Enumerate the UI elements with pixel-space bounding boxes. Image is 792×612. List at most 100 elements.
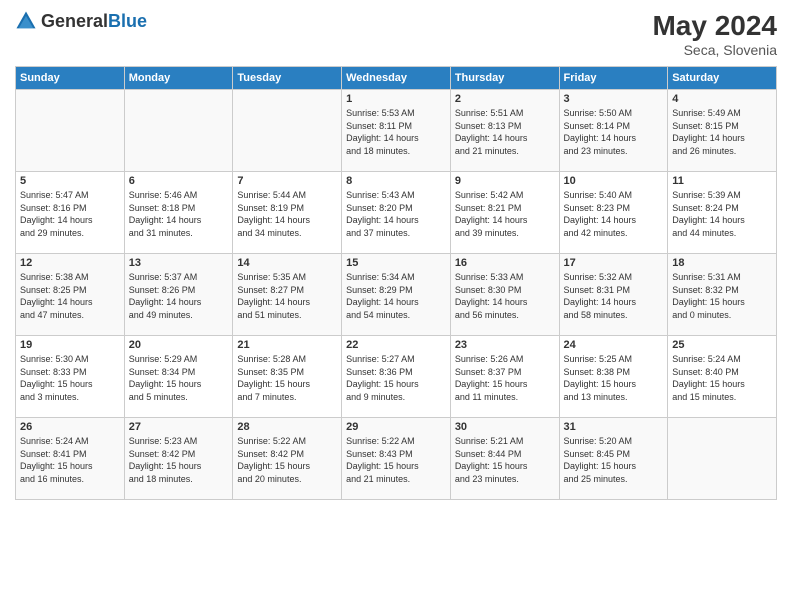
day-info: Sunrise: 5:26 AMSunset: 8:37 PMDaylight:… <box>455 353 555 403</box>
month-year: May 2024 <box>652 10 777 42</box>
page-header: GeneralBlue May 2024 Seca, Slovenia <box>15 10 777 58</box>
header-row: Sunday Monday Tuesday Wednesday Thursday… <box>16 67 777 90</box>
day-number: 31 <box>564 421 664 433</box>
calendar-week-4: 19 Sunrise: 5:30 AMSunset: 8:33 PMDayligh… <box>16 336 777 418</box>
day-info: Sunrise: 5:53 AMSunset: 8:11 PMDaylight:… <box>346 107 446 157</box>
calendar-table: Sunday Monday Tuesday Wednesday Thursday… <box>15 66 777 500</box>
day-number: 25 <box>672 339 772 351</box>
calendar-cell: 1 Sunrise: 5:53 AMSunset: 8:11 PMDaylight… <box>342 90 451 172</box>
calendar-header: Sunday Monday Tuesday Wednesday Thursday… <box>16 67 777 90</box>
day-info: Sunrise: 5:46 AMSunset: 8:18 PMDaylight:… <box>129 189 229 239</box>
calendar-cell: 10 Sunrise: 5:40 AMSunset: 8:23 PMDayligh… <box>559 172 668 254</box>
day-number: 8 <box>346 175 446 187</box>
day-info: Sunrise: 5:38 AMSunset: 8:25 PMDaylight:… <box>20 271 120 321</box>
day-number: 16 <box>455 257 555 269</box>
day-number: 4 <box>672 93 772 105</box>
day-number: 24 <box>564 339 664 351</box>
day-info: Sunrise: 5:25 AMSunset: 8:38 PMDaylight:… <box>564 353 664 403</box>
day-info: Sunrise: 5:21 AMSunset: 8:44 PMDaylight:… <box>455 435 555 485</box>
calendar-cell: 27Sunrise: 5:23 AMSunset: 8:42 PMDayligh… <box>124 418 233 500</box>
day-info: Sunrise: 5:23 AMSunset: 8:42 PMDaylight:… <box>129 435 229 485</box>
day-info: Sunrise: 5:32 AMSunset: 8:31 PMDaylight:… <box>564 271 664 321</box>
calendar-cell: 25 Sunrise: 5:24 AMSunset: 8:40 PMDayligh… <box>668 336 777 418</box>
day-number: 9 <box>455 175 555 187</box>
day-number: 10 <box>564 175 664 187</box>
day-info: Sunrise: 5:35 AMSunset: 8:27 PMDaylight:… <box>237 271 337 321</box>
location: Seca, Slovenia <box>652 42 777 58</box>
day-number: 19 <box>20 339 120 351</box>
day-info: Sunrise: 5:40 AMSunset: 8:23 PMDaylight:… <box>564 189 664 239</box>
calendar-cell: 31 Sunrise: 5:20 AMSunset: 8:45 PMDayligh… <box>559 418 668 500</box>
title-block: May 2024 Seca, Slovenia <box>652 10 777 58</box>
day-info: Sunrise: 5:29 AMSunset: 8:34 PMDaylight:… <box>129 353 229 403</box>
day-info: Sunrise: 5:34 AMSunset: 8:29 PMDaylight:… <box>346 271 446 321</box>
logo-text-general: General <box>41 11 108 31</box>
logo: GeneralBlue <box>15 10 147 32</box>
day-number: 1 <box>346 93 446 105</box>
calendar-cell: 15 Sunrise: 5:34 AMSunset: 8:29 PMDayligh… <box>342 254 451 336</box>
day-number: 5 <box>20 175 120 187</box>
day-info: Sunrise: 5:30 AMSunset: 8:33 PMDaylight:… <box>20 353 120 403</box>
calendar-week-1: 1 Sunrise: 5:53 AMSunset: 8:11 PMDaylight… <box>16 90 777 172</box>
calendar-cell: 14 Sunrise: 5:35 AMSunset: 8:27 PMDayligh… <box>233 254 342 336</box>
calendar-cell: 23 Sunrise: 5:26 AMSunset: 8:37 PMDayligh… <box>450 336 559 418</box>
calendar-cell: 20 Sunrise: 5:29 AMSunset: 8:34 PMDayligh… <box>124 336 233 418</box>
day-number: 21 <box>237 339 337 351</box>
calendar-page: GeneralBlue May 2024 Seca, Slovenia Sund… <box>0 0 792 612</box>
day-info: Sunrise: 5:22 AMSunset: 8:42 PMDaylight:… <box>237 435 337 485</box>
calendar-cell: 17 Sunrise: 5:32 AMSunset: 8:31 PMDayligh… <box>559 254 668 336</box>
calendar-cell: 16 Sunrise: 5:33 AMSunset: 8:30 PMDayligh… <box>450 254 559 336</box>
day-number: 6 <box>129 175 229 187</box>
calendar-cell: 24 Sunrise: 5:25 AMSunset: 8:38 PMDayligh… <box>559 336 668 418</box>
calendar-cell: 2 Sunrise: 5:51 AMSunset: 8:13 PMDaylight… <box>450 90 559 172</box>
day-info: Sunrise: 5:20 AMSunset: 8:45 PMDaylight:… <box>564 435 664 485</box>
col-saturday: Saturday <box>668 67 777 90</box>
logo-icon <box>15 10 37 32</box>
calendar-cell: 19 Sunrise: 5:30 AMSunset: 8:33 PMDayligh… <box>16 336 125 418</box>
day-number: 18 <box>672 257 772 269</box>
calendar-cell: 3Sunrise: 5:50 AMSunset: 8:14 PMDaylight… <box>559 90 668 172</box>
calendar-cell <box>668 418 777 500</box>
day-number: 13 <box>129 257 229 269</box>
day-number: 26 <box>20 421 120 433</box>
col-wednesday: Wednesday <box>342 67 451 90</box>
calendar-cell: 7Sunrise: 5:44 AMSunset: 8:19 PMDaylight… <box>233 172 342 254</box>
calendar-cell <box>233 90 342 172</box>
day-number: 22 <box>346 339 446 351</box>
day-info: Sunrise: 5:51 AMSunset: 8:13 PMDaylight:… <box>455 107 555 157</box>
day-number: 7 <box>237 175 337 187</box>
calendar-cell: 18Sunrise: 5:31 AMSunset: 8:32 PMDayligh… <box>668 254 777 336</box>
col-monday: Monday <box>124 67 233 90</box>
day-number: 2 <box>455 93 555 105</box>
calendar-cell: 12Sunrise: 5:38 AMSunset: 8:25 PMDayligh… <box>16 254 125 336</box>
day-number: 20 <box>129 339 229 351</box>
calendar-cell: 26 Sunrise: 5:24 AMSunset: 8:41 PMDayligh… <box>16 418 125 500</box>
day-info: Sunrise: 5:37 AMSunset: 8:26 PMDaylight:… <box>129 271 229 321</box>
calendar-body: 1 Sunrise: 5:53 AMSunset: 8:11 PMDaylight… <box>16 90 777 500</box>
day-info: Sunrise: 5:24 AMSunset: 8:40 PMDaylight:… <box>672 353 772 403</box>
calendar-cell: 4 Sunrise: 5:49 AMSunset: 8:15 PMDaylight… <box>668 90 777 172</box>
day-info: Sunrise: 5:28 AMSunset: 8:35 PMDaylight:… <box>237 353 337 403</box>
calendar-week-3: 12Sunrise: 5:38 AMSunset: 8:25 PMDayligh… <box>16 254 777 336</box>
calendar-cell: 21 Sunrise: 5:28 AMSunset: 8:35 PMDayligh… <box>233 336 342 418</box>
calendar-cell <box>124 90 233 172</box>
day-info: Sunrise: 5:49 AMSunset: 8:15 PMDaylight:… <box>672 107 772 157</box>
day-number: 14 <box>237 257 337 269</box>
calendar-cell: 8Sunrise: 5:43 AMSunset: 8:20 PMDaylight… <box>342 172 451 254</box>
calendar-week-5: 26 Sunrise: 5:24 AMSunset: 8:41 PMDayligh… <box>16 418 777 500</box>
day-info: Sunrise: 5:33 AMSunset: 8:30 PMDaylight:… <box>455 271 555 321</box>
calendar-cell: 9 Sunrise: 5:42 AMSunset: 8:21 PMDaylight… <box>450 172 559 254</box>
day-info: Sunrise: 5:39 AMSunset: 8:24 PMDaylight:… <box>672 189 772 239</box>
day-number: 11 <box>672 175 772 187</box>
day-info: Sunrise: 5:27 AMSunset: 8:36 PMDaylight:… <box>346 353 446 403</box>
calendar-cell: 30Sunrise: 5:21 AMSunset: 8:44 PMDayligh… <box>450 418 559 500</box>
col-friday: Friday <box>559 67 668 90</box>
day-number: 17 <box>564 257 664 269</box>
day-info: Sunrise: 5:42 AMSunset: 8:21 PMDaylight:… <box>455 189 555 239</box>
day-number: 15 <box>346 257 446 269</box>
day-info: Sunrise: 5:24 AMSunset: 8:41 PMDaylight:… <box>20 435 120 485</box>
day-number: 23 <box>455 339 555 351</box>
day-info: Sunrise: 5:22 AMSunset: 8:43 PMDaylight:… <box>346 435 446 485</box>
day-number: 29 <box>346 421 446 433</box>
day-number: 3 <box>564 93 664 105</box>
